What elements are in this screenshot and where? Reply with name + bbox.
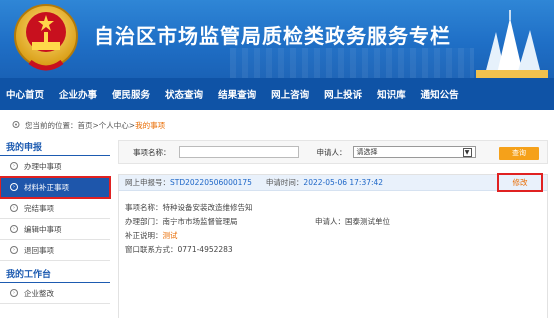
- national-emblem-icon: [14, 4, 78, 71]
- record-body: 事项名称：特种设备安装改造维修告知 办理部门：南宁市市场监督管理局 申请人：国泰…: [119, 191, 547, 257]
- chevron-right-icon: ›: [10, 183, 18, 191]
- header-banner: 自治区市场监管局质检类政务服务专栏: [0, 0, 554, 78]
- chevron-right-icon: ›: [10, 225, 18, 233]
- sidebar-item-label: 编辑中事项: [24, 224, 62, 234]
- sidebar-item-label: 完结事项: [24, 203, 54, 213]
- banner-skyline: [230, 48, 474, 78]
- applicant-select-value: 请选择: [356, 148, 378, 156]
- chevron-right-icon: ›: [10, 204, 18, 212]
- sidebar-item-processing[interactable]: › 办理中事项: [0, 156, 110, 177]
- chevron-right-icon: ›: [10, 162, 18, 170]
- apply-time-value: 2022-05-06 17:37:42: [303, 178, 384, 187]
- query-button[interactable]: 查询: [499, 147, 539, 160]
- location-pin-icon: [12, 121, 20, 128]
- edit-highlight-box: 修改: [497, 173, 543, 192]
- sidebar-section-my-declarations: 我的申报: [0, 140, 110, 156]
- sidebar: 我的申报 › 办理中事项 › 材料补正事项 › 完结事项 › 编辑中事项 › 退…: [0, 140, 111, 318]
- filter-bar: 事项名称： 申请人： 请选择 ▼ 查询: [118, 140, 548, 164]
- building-illustration: [476, 10, 548, 78]
- declaration-no-label: 网上申报号：: [125, 178, 170, 187]
- breadcrumb-home[interactable]: 首页: [78, 120, 93, 131]
- breadcrumb: 您当前的位置： 首页 > 个人中心 > 我的事项: [12, 118, 165, 132]
- breadcrumb-current: 我的事项: [135, 120, 166, 130]
- nav-knowledge[interactable]: 知识库: [377, 87, 406, 101]
- breadcrumb-prefix: 您当前的位置：: [25, 120, 78, 130]
- declaration-no-value: STD20220506000175: [170, 178, 252, 187]
- correction-note-value: 测试: [162, 231, 178, 240]
- sidebar-item-label: 退回事项: [24, 245, 54, 255]
- record-applicant: 申请人：国泰测试单位: [315, 215, 390, 229]
- chevron-down-icon: ▼: [462, 147, 472, 157]
- applicant-label: 申请人：: [316, 147, 347, 157]
- department-value: 南宁市市场监督管理局: [162, 217, 238, 226]
- department-label: 办理部门：: [125, 217, 163, 226]
- sidebar-item-returned[interactable]: › 退回事项: [0, 240, 110, 261]
- item-name-row: 事项名称：特种设备安装改造维修告知: [125, 203, 253, 212]
- main-content: 事项名称： 申请人： 请选择 ▼ 查询 网上申报号： STD2022050600…: [118, 140, 548, 318]
- chevron-right-icon: ›: [10, 289, 18, 297]
- sidebar-item-completed[interactable]: › 完结事项: [0, 198, 110, 219]
- sidebar-item-label: 材料补正事项: [24, 182, 69, 192]
- nav-status-query[interactable]: 状态查询: [165, 87, 203, 101]
- nav-consult[interactable]: 网上咨询: [271, 87, 309, 101]
- breadcrumb-center[interactable]: 个人中心: [99, 120, 129, 131]
- apply-time-label: 申请时间：: [265, 178, 304, 187]
- record-card: 网上申报号： STD20220506000175 申请时间： 2022-05-0…: [118, 173, 548, 318]
- sidebar-item-rectification[interactable]: › 企业整改: [0, 283, 110, 304]
- banner-title: 自治区市场监管局质检类政务服务专栏: [94, 24, 451, 48]
- nav-business[interactable]: 企业办事: [59, 87, 97, 101]
- nav-home[interactable]: 中心首页: [6, 87, 44, 101]
- edit-link[interactable]: 修改: [513, 177, 528, 188]
- sidebar-item-material-correction[interactable]: › 材料补正事项: [0, 176, 111, 199]
- record-applicant-label: 申请人：: [315, 217, 345, 226]
- sidebar-item-editing[interactable]: › 编辑中事项: [0, 219, 110, 240]
- chevron-right-icon: ›: [10, 246, 18, 254]
- record-applicant-value: 国泰测试单位: [345, 217, 390, 226]
- sidebar-item-label: 办理中事项: [24, 161, 62, 171]
- department-row: 办理部门：南宁市市场监督管理局 申请人：国泰测试单位: [125, 215, 541, 229]
- applicant-select[interactable]: 请选择 ▼: [352, 146, 476, 158]
- main-nav: 中心首页 企业办事 便民服务 状态查询 结果查询 网上咨询 网上投诉 知识库 通…: [0, 78, 554, 110]
- record-header: 网上申报号： STD20220506000175 申请时间： 2022-05-0…: [119, 175, 547, 191]
- sidebar-item-label: 企业整改: [24, 288, 54, 298]
- nav-public-service[interactable]: 便民服务: [112, 87, 150, 101]
- item-name-label: 事项名称：: [133, 147, 171, 157]
- nav-result-query[interactable]: 结果查询: [218, 87, 256, 101]
- correction-note-label: 补正说明：: [125, 231, 163, 240]
- window-phone-row: 窗口联系方式：0771-4952283: [125, 245, 233, 254]
- item-name-input[interactable]: [178, 146, 299, 158]
- nav-notice[interactable]: 通知公告: [421, 87, 459, 101]
- correction-note-row: 补正说明：测试: [125, 229, 541, 243]
- nav-complaint[interactable]: 网上投诉: [324, 87, 362, 101]
- sidebar-section-workbench: 我的工作台: [0, 267, 110, 283]
